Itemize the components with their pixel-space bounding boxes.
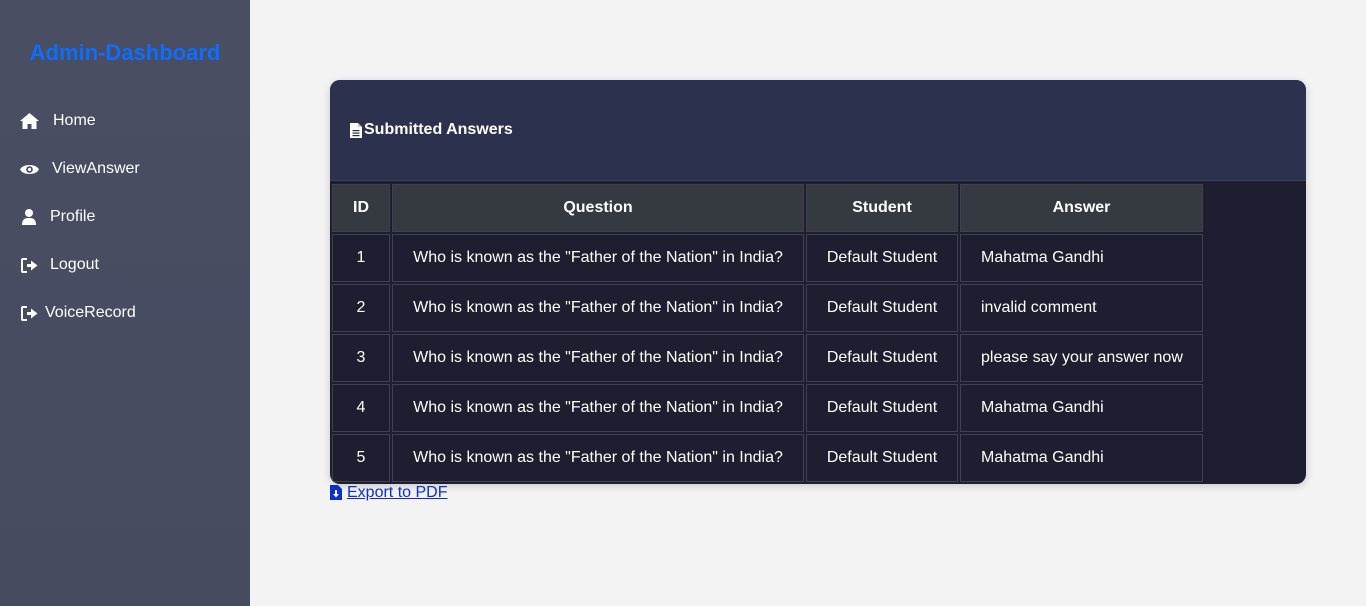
sign-out-icon: [19, 256, 39, 274]
cell-id: 4: [332, 384, 390, 432]
file-icon: [350, 122, 363, 138]
sign-out-icon: [19, 304, 39, 322]
card-header: Submitted Answers: [330, 80, 1306, 181]
user-icon: [19, 208, 39, 226]
card-title: Submitted Answers: [350, 121, 513, 139]
cell-answer: Mahatma Gandhi: [960, 434, 1203, 482]
column-header-question[interactable]: Question: [392, 184, 804, 232]
sidebar-item-label: Profile: [50, 208, 96, 225]
sidebar-item-label: VoiceRecord: [45, 304, 136, 321]
table-row[interactable]: 3 Who is known as the "Father of the Nat…: [332, 334, 1203, 382]
column-header-id[interactable]: ID: [332, 184, 390, 232]
cell-answer: Mahatma Gandhi: [960, 384, 1203, 432]
sidebar-item-profile[interactable]: Profile: [0, 193, 250, 241]
column-header-student[interactable]: Student: [806, 184, 958, 232]
cell-question: Who is known as the "Father of the Natio…: [392, 384, 804, 432]
column-header-answer[interactable]: Answer: [960, 184, 1203, 232]
answers-table: ID Question Student Answer 1 Who is know…: [330, 182, 1205, 484]
cell-id: 1: [332, 234, 390, 282]
sidebar-item-label: Logout: [50, 256, 99, 273]
sidebar-item-logout[interactable]: Logout: [0, 241, 250, 289]
table-row[interactable]: 4 Who is known as the "Father of the Nat…: [332, 384, 1203, 432]
export-pdf-link[interactable]: Export to PDF: [330, 484, 447, 502]
table-row[interactable]: 1 Who is known as the "Father of the Nat…: [332, 234, 1203, 282]
home-icon: [19, 112, 39, 130]
cell-question: Who is known as the "Father of the Natio…: [392, 284, 804, 332]
table-row[interactable]: 5 Who is known as the "Father of the Nat…: [332, 434, 1203, 482]
sidebar-item-home[interactable]: Home: [0, 97, 250, 145]
cell-answer: Mahatma Gandhi: [960, 234, 1203, 282]
brand-title[interactable]: Admin-Dashboard: [0, 40, 250, 66]
cell-question: Who is known as the "Father of the Natio…: [392, 234, 804, 282]
sidebar: Admin-Dashboard Home ViewAnswer Profile …: [0, 0, 250, 606]
eye-icon: [19, 160, 39, 178]
table-row[interactable]: 2 Who is known as the "Father of the Nat…: [332, 284, 1203, 332]
submitted-answers-card: Submitted Answers ID Question Student An…: [330, 80, 1306, 484]
cell-id: 2: [332, 284, 390, 332]
cell-id: 3: [332, 334, 390, 382]
cell-student: Default Student: [806, 234, 958, 282]
cell-question: Who is known as the "Father of the Natio…: [392, 334, 804, 382]
sidebar-item-label: Home: [53, 112, 96, 129]
cell-answer: invalid comment: [960, 284, 1203, 332]
file-download-icon: [330, 485, 343, 501]
sidebar-nav: Home ViewAnswer Profile Logout VoiceReco…: [0, 97, 250, 337]
sidebar-item-viewanswer[interactable]: ViewAnswer: [0, 145, 250, 193]
cell-question: Who is known as the "Father of the Natio…: [392, 434, 804, 482]
card-title-text: Submitted Answers: [364, 121, 513, 138]
table-header-row: ID Question Student Answer: [332, 184, 1203, 232]
cell-id: 5: [332, 434, 390, 482]
cell-student: Default Student: [806, 284, 958, 332]
export-pdf-label: Export to PDF: [347, 484, 448, 501]
cell-answer: please say your answer now: [960, 334, 1203, 382]
sidebar-item-label: ViewAnswer: [52, 160, 140, 177]
cell-student: Default Student: [806, 384, 958, 432]
cell-student: Default Student: [806, 434, 958, 482]
cell-student: Default Student: [806, 334, 958, 382]
sidebar-item-voicerecord[interactable]: VoiceRecord: [0, 289, 250, 337]
